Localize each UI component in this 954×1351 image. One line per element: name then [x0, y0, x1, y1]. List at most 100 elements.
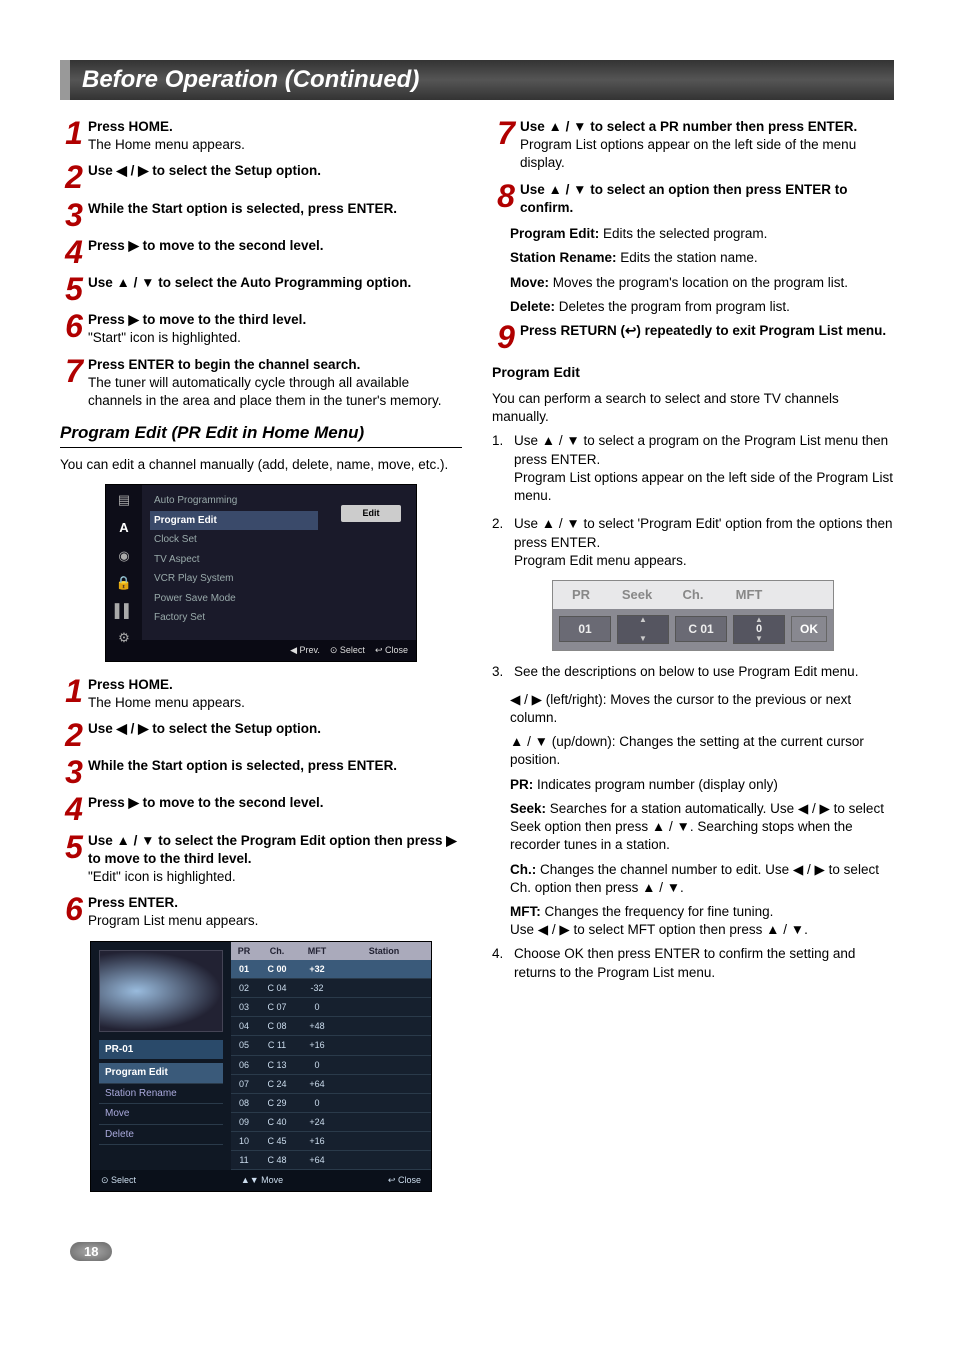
- program-list-option: Move: [99, 1104, 223, 1125]
- page-number: 18: [70, 1242, 112, 1261]
- program-list-row: 09C 40+24: [231, 1113, 431, 1132]
- step-b1-text: The Home menu appears.: [88, 695, 245, 710]
- edit-mft-spinner: ▲ 0 ▼: [733, 615, 785, 644]
- setup-menu-item: TV Aspect: [150, 550, 318, 570]
- edit-pr: 01: [559, 616, 611, 642]
- step-6-bold: Press ▶ to move to the third level.: [88, 312, 306, 327]
- step-b-number-1: 1: [60, 678, 88, 712]
- chevron-down-icon: ▼: [639, 635, 647, 643]
- program-list-row: 02C 04-32: [231, 979, 431, 998]
- opt-program-edit-b: Program Edit:: [510, 226, 599, 241]
- screenshot-program-list: PR-01 Program EditStation RenameMoveDele…: [90, 941, 432, 1192]
- step-1-bold: Press HOME.: [88, 119, 173, 134]
- program-list-row: 01C 00+32: [231, 960, 431, 979]
- screenshot-program-edit-bar: PR Seek Ch. MFT 01 ▲ ▼ C 01 ▲: [552, 580, 834, 651]
- right-column: 7 Use ▲ / ▼ to select a PR number then p…: [492, 118, 894, 1202]
- col-mft: MFT: [297, 942, 337, 960]
- subheading-program-edit: Program Edit (PR Edit in Home Menu): [60, 422, 462, 448]
- desc-mft2: Use ◀ / ▶ to select MFT option then pres…: [510, 922, 808, 937]
- step-1-text: The Home menu appears.: [88, 137, 245, 152]
- desc-seek-t: Searches for a station automatically. Us…: [510, 801, 884, 852]
- footer-close: ↩ Close: [388, 1174, 421, 1186]
- desc-mft-b: MFT:: [510, 904, 541, 919]
- rec-icon: ▌▌: [114, 602, 134, 620]
- section-header: Before Operation (Continued): [60, 60, 894, 100]
- program-edit-heading: Program Edit: [492, 363, 894, 382]
- step-b-number-3: 3: [60, 759, 88, 786]
- program-list-row: 11C 48+64: [231, 1151, 431, 1170]
- gear-icon: ⚙: [114, 629, 134, 647]
- program-list-row: 06C 130: [231, 1056, 431, 1075]
- step-7-text: The tuner will automatically cycle throu…: [88, 375, 442, 408]
- program-list-option: Program Edit: [99, 1063, 223, 1084]
- menu-icon: ▤: [114, 491, 134, 509]
- chevron-down-icon: ▼: [755, 635, 763, 643]
- step-r8-bold: Use ▲ / ▼ to select an option then press…: [520, 182, 848, 215]
- n4: Choose OK then press ENTER to confirm th…: [514, 946, 855, 979]
- col-pr: PR: [231, 942, 257, 960]
- step-r7-bold: Use ▲ / ▼ to select a PR number then pre…: [520, 119, 857, 134]
- footer-move: ▲▼ Move: [241, 1174, 283, 1186]
- step-b6-bold: Press ENTER.: [88, 895, 178, 910]
- setup-menu-item: Program Edit: [150, 511, 318, 531]
- step-b1-bold: Press HOME.: [88, 677, 173, 692]
- program-list-row: 04C 08+48: [231, 1017, 431, 1036]
- step-6-text: "Start" icon is highlighted.: [88, 330, 241, 345]
- setup-menu-item: Auto Programming: [150, 491, 318, 511]
- n3: See the descriptions on below to use Pro…: [514, 664, 858, 679]
- edit-ch: C 01: [675, 616, 727, 642]
- step-number-1: 1: [60, 120, 88, 154]
- program-list-option: Station Rename: [99, 1084, 223, 1105]
- step-b-number-5: 5: [60, 834, 88, 887]
- step-b-number-2: 2: [60, 722, 88, 749]
- step-b3-bold: While the Start option is selected, pres…: [88, 758, 397, 773]
- num-1: 1.: [492, 432, 514, 505]
- program-list-option: Delete: [99, 1125, 223, 1146]
- program-list-row: 08C 290: [231, 1094, 431, 1113]
- desc-seek-b: Seek:: [510, 801, 546, 816]
- preview-thumbnail: [99, 950, 223, 1032]
- step-b6-text: Program List menu appears.: [88, 913, 258, 928]
- left-column: 1 Press HOME. The Home menu appears. 2 U…: [60, 118, 462, 1202]
- step-number-7: 7: [60, 358, 88, 411]
- opt-station-rename-t: Edits the station name.: [617, 250, 758, 265]
- num-4: 4.: [492, 945, 514, 981]
- n1a: Use ▲ / ▼ to select a program on the Pro…: [514, 433, 888, 466]
- step-4-bold: Press ▶ to move to the second level.: [88, 238, 323, 253]
- opt-move-t: Moves the program's location on the prog…: [549, 275, 848, 290]
- footer-hint: ↩ Close: [375, 645, 408, 655]
- step-b2-bold: Use ◀ / ▶ to select the Setup option.: [88, 721, 321, 736]
- num-3: 3.: [492, 663, 514, 681]
- desc-leftright: ◀ / ▶ (left/right): Moves the cursor to …: [510, 691, 894, 727]
- step-b-number-4: 4: [60, 796, 88, 823]
- disc-icon: ◉: [114, 547, 134, 565]
- edit-seek-spinner: ▲ ▼: [617, 615, 669, 644]
- step-number-2: 2: [60, 164, 88, 191]
- program-list-row: 10C 45+16: [231, 1132, 431, 1151]
- desc-ch-t: Changes the channel number to edit. Use …: [510, 862, 879, 895]
- setup-menu-item: Factory Set: [150, 608, 318, 628]
- screenshot-setup-menu: ▤ A ◉ 🔒 ▌▌ ⚙ Auto ProgrammingProgram Edi…: [105, 484, 417, 661]
- text-icon: A: [114, 519, 134, 537]
- edit-button: Edit: [341, 505, 401, 521]
- program-edit-intro-text: You can perform a search to select and s…: [492, 390, 894, 426]
- footer-hint: ⊙ Select: [330, 645, 365, 655]
- setup-menu-item: Clock Set: [150, 530, 318, 550]
- program-list-row: 03C 070: [231, 998, 431, 1017]
- opt-delete-t: Deletes the program from program list.: [555, 299, 790, 314]
- step-number-5: 5: [60, 276, 88, 303]
- desc-updown: ▲ / ▼ (up/down): Changes the setting at …: [510, 733, 894, 769]
- step-7-bold: Press ENTER to begin the channel search.: [88, 357, 360, 372]
- footer-select: ⊙ Select: [101, 1174, 136, 1186]
- n1b: Program List options appear on the left …: [514, 470, 893, 503]
- hdr-mft: MFT: [721, 581, 777, 609]
- opt-program-edit-t: Edits the selected program.: [599, 226, 767, 241]
- desc-pr-t: Indicates program number (display only): [533, 777, 778, 792]
- n2b: Program Edit menu appears.: [514, 553, 687, 568]
- opt-station-rename-b: Station Rename:: [510, 250, 617, 265]
- step-number-3: 3: [60, 202, 88, 229]
- step-r-number-8: 8: [492, 183, 520, 217]
- program-list-row: 07C 24+64: [231, 1075, 431, 1094]
- hdr-seek: Seek: [609, 581, 665, 609]
- opt-delete-b: Delete:: [510, 299, 555, 314]
